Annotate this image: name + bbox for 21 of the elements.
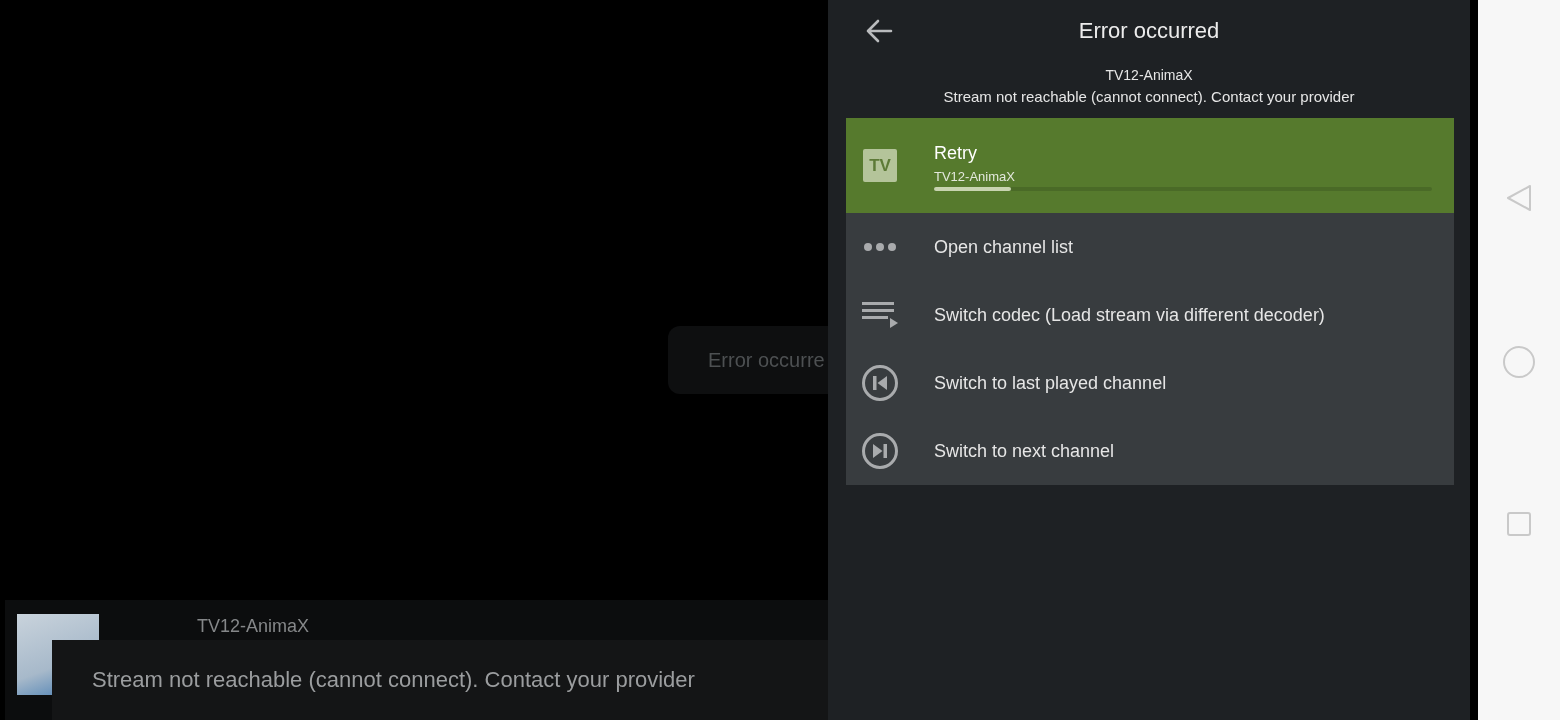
channel-subtitle: TV12-AnimaX [934,168,1015,185]
square-recents-icon[interactable] [1507,512,1531,536]
snackbar-message: Stream not reachable (cannot connect). Contact your provider [92,666,695,694]
more-dots-icon [864,243,896,251]
channel-name: TV12-AnimaX [197,615,310,638]
menu-item[interactable]: TV Retry TV12-AnimaX [846,118,1454,213]
error-message: Stream not reachable (cannot connect). Contact your provider [943,87,1355,107]
circle-home-icon[interactable] [1503,346,1535,378]
toast-message: Error occurre [708,348,825,372]
dialog-title: Error occurred [1077,17,1221,45]
back-arrow-icon[interactable] [865,19,893,43]
list-play-icon [862,302,898,328]
tv-logo: TV [863,149,897,182]
menu-item[interactable]: Switch codec (Load stream via different decoder) [846,281,1454,349]
skip-previous-circle-icon [862,365,898,401]
skip-next-circle-icon [862,433,898,469]
channel-name: TV12-AnimaX [1105,66,1193,85]
triangle-back-icon[interactable] [1505,184,1533,212]
menu-item[interactable]: Open channel list [846,213,1454,281]
menu-item[interactable]: Switch to last played channel [846,349,1454,417]
menu-item[interactable]: Switch to next channel [846,417,1454,485]
